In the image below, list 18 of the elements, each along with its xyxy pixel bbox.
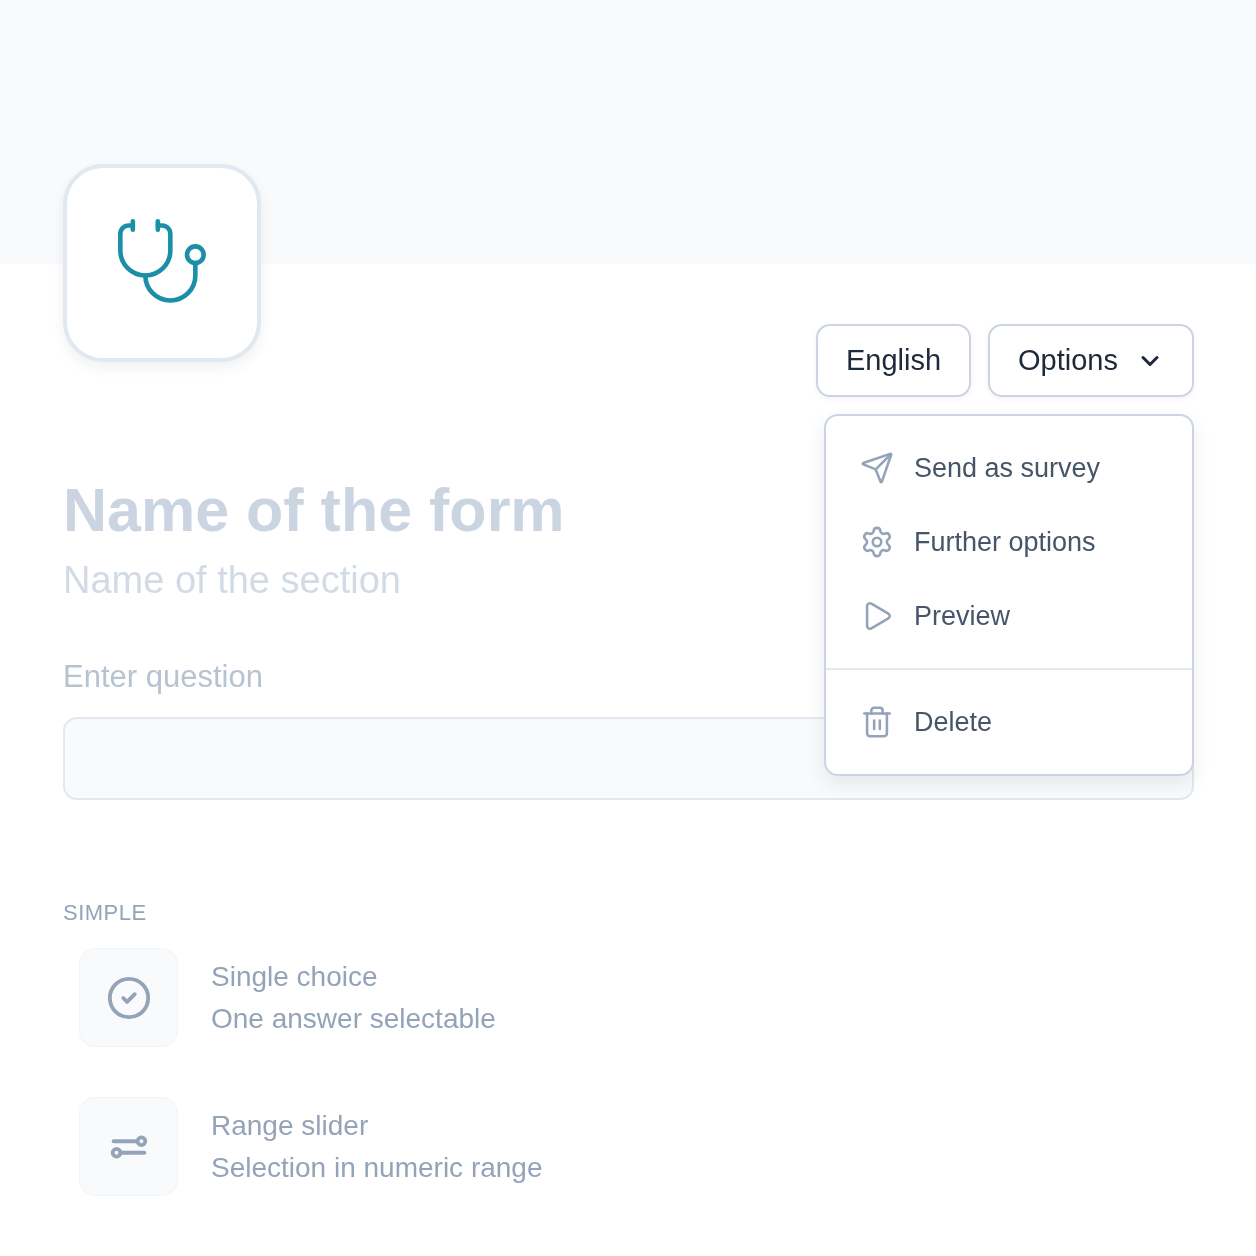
options-dropdown-button[interactable]: Options — [988, 324, 1194, 397]
category-heading: SIMPLE — [63, 900, 148, 926]
trash-icon — [860, 705, 894, 739]
question-type-title: Range slider — [211, 1108, 370, 1143]
question-type-tile[interactable] — [79, 948, 178, 1047]
question-label: Enter question — [63, 658, 263, 696]
question-type-description: Selection in numeric range — [211, 1150, 543, 1185]
settings-icon — [860, 525, 894, 559]
menu-item[interactable]: Further options — [826, 505, 1192, 579]
menu-item[interactable]: Send as survey — [826, 431, 1192, 505]
question-type-title: Single choice — [211, 959, 379, 994]
language-button[interactable]: English — [815, 324, 972, 397]
question-type-description: One answer selectable — [211, 1001, 496, 1036]
check-circle-icon — [105, 974, 152, 1021]
menu-item[interactable]: Preview — [826, 579, 1192, 653]
send-icon — [860, 451, 894, 485]
question-type-tile[interactable] — [79, 1097, 178, 1196]
menu-item[interactable]: Delete — [826, 685, 1192, 759]
